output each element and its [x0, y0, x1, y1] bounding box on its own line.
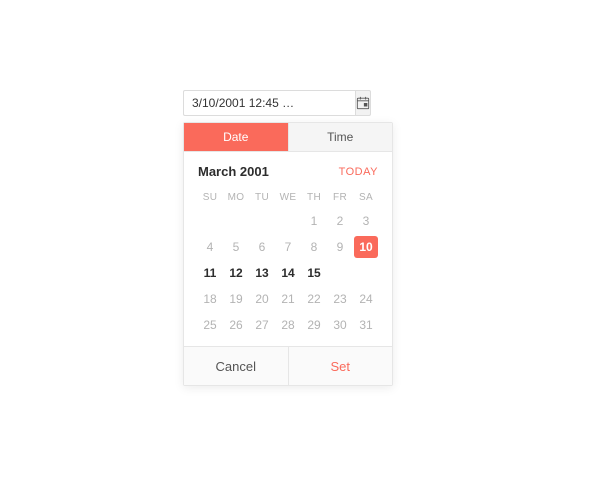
day-cell[interactable]: 2 — [328, 210, 352, 232]
tabs: Date Time — [184, 123, 392, 152]
day-cell[interactable]: 26 — [224, 314, 248, 336]
dow-su: SU — [198, 189, 222, 206]
day-cell[interactable]: 18 — [198, 288, 222, 310]
tab-time[interactable]: Time — [289, 123, 393, 151]
day-cell[interactable]: 27 — [250, 314, 274, 336]
day-cell[interactable]: 6 — [250, 236, 274, 258]
cancel-label: Cancel — [216, 359, 256, 374]
tab-date-label: Date — [223, 130, 248, 144]
day-empty — [224, 210, 248, 232]
day-cell[interactable]: 13 — [250, 262, 274, 284]
dow-we: WE — [276, 189, 300, 206]
days-grid: 1 2 3 4 5 6 7 8 9 10 11 12 13 14 15 16 1… — [198, 210, 378, 336]
day-of-week-row: SU MO TU WE TH FR SA — [198, 189, 378, 206]
day-cell[interactable]: 19 — [224, 288, 248, 310]
day-cell[interactable]: 15 — [302, 262, 326, 284]
datetime-input[interactable] — [183, 90, 355, 116]
day-cell[interactable]: 24 — [354, 288, 378, 310]
tab-time-label: Time — [327, 130, 353, 144]
calendar-body: March 2001 TODAY SU MO TU WE TH FR SA 1 … — [184, 152, 392, 346]
day-cell[interactable]: 4 — [198, 236, 222, 258]
dow-sa: SA — [354, 189, 378, 206]
day-empty — [198, 210, 222, 232]
today-link[interactable]: TODAY — [339, 166, 378, 178]
day-cell[interactable]: 8 — [302, 236, 326, 258]
dow-tu: TU — [250, 189, 274, 206]
calendar-title: March 2001 — [198, 164, 269, 179]
datetime-input-row — [183, 90, 335, 116]
set-label: Set — [330, 359, 350, 374]
day-cell[interactable]: 11 — [198, 262, 222, 284]
day-cell[interactable]: 20 — [250, 288, 274, 310]
dow-mo: MO — [224, 189, 248, 206]
calendar-header: March 2001 TODAY — [198, 164, 378, 179]
day-empty — [276, 210, 300, 232]
day-cell[interactable]: 9 — [328, 236, 352, 258]
day-cell[interactable]: 23 — [328, 288, 352, 310]
day-cell[interactable]: 25 — [198, 314, 222, 336]
day-cell[interactable]: 5 — [224, 236, 248, 258]
calendar-icon — [356, 96, 370, 110]
popup-footer: Cancel Set — [184, 346, 392, 385]
day-cell-selected[interactable]: 10 — [354, 236, 378, 258]
day-cell[interactable]: 28 — [276, 314, 300, 336]
cancel-button[interactable]: Cancel — [184, 347, 289, 385]
day-cell[interactable]: 31 — [354, 314, 378, 336]
day-cell[interactable]: 14 — [276, 262, 300, 284]
day-cell[interactable]: 3 — [354, 210, 378, 232]
day-cell[interactable]: 21 — [276, 288, 300, 310]
datetime-popup: Date Time March 2001 TODAY SU MO TU WE T… — [183, 122, 393, 386]
day-cell[interactable]: 29 — [302, 314, 326, 336]
dow-fr: FR — [328, 189, 352, 206]
calendar-toggle-button[interactable] — [355, 90, 371, 116]
day-empty — [250, 210, 274, 232]
tab-date[interactable]: Date — [184, 123, 289, 151]
dow-th: TH — [302, 189, 326, 206]
set-button[interactable]: Set — [289, 347, 393, 385]
day-cell[interactable]: 1 — [302, 210, 326, 232]
day-cell[interactable]: 30 — [328, 314, 352, 336]
day-cell[interactable]: 12 — [224, 262, 248, 284]
day-cell[interactable]: 7 — [276, 236, 300, 258]
day-cell[interactable]: 22 — [302, 288, 326, 310]
